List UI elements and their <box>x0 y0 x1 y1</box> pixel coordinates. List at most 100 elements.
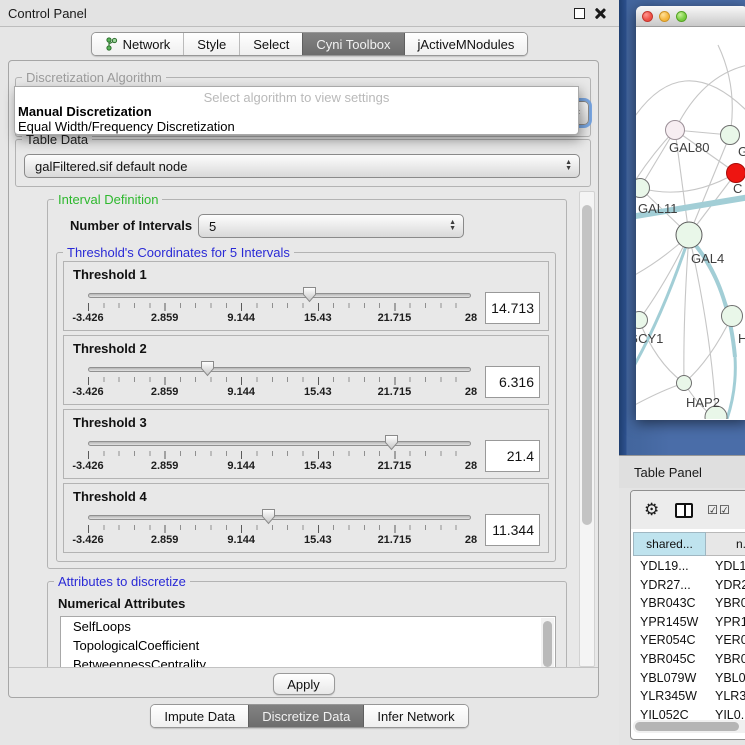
table-row[interactable]: YBR043CYBR0... <box>633 594 745 613</box>
table-row[interactable]: YBL079WYBL0... <box>633 669 745 688</box>
gear-icon[interactable]: ⚙ <box>644 500 659 520</box>
list-item-topologicalcoefficient[interactable]: TopologicalCoefficient <box>61 636 555 655</box>
node[interactable] <box>722 306 743 327</box>
threshold-4-value-field[interactable]: 11.344 <box>485 514 540 546</box>
node[interactable] <box>721 126 740 145</box>
slider-track[interactable] <box>88 441 471 446</box>
node-gal4[interactable] <box>676 222 702 248</box>
table-row[interactable]: YDL19...YDL1... <box>633 557 745 576</box>
attributes-group-title: Attributes to discretize <box>54 574 190 589</box>
node-gal80[interactable] <box>666 121 685 140</box>
table-data-combobox[interactable]: galFiltered.sif default node ▲▼ <box>24 154 580 178</box>
algorithm-placeholder-option[interactable]: Select algorithm to view settings <box>15 87 578 105</box>
cell[interactable]: YER054C <box>633 631 706 650</box>
threshold-2-slider-thumb[interactable] <box>200 360 215 377</box>
network-graph[interactable]: GAL80 GA C GAL11 GAL4 GCY1 H HAP2 <box>636 27 745 419</box>
threshold-3-slider[interactable]: -3.426 2.859 9.144 15.43 21.715 28 <box>88 434 471 478</box>
split-view-icon[interactable] <box>675 503 693 518</box>
tab-discretize-data-label: Discretize Data <box>262 709 350 724</box>
threshold-2-value-field[interactable]: 6.316 <box>485 366 540 398</box>
table-row[interactable]: YLR345WYLR3... <box>633 687 745 706</box>
threshold-2-label: Threshold 2 <box>73 341 147 356</box>
cell[interactable]: YBR0... <box>706 650 745 669</box>
table-row[interactable]: YDR27...YDR2... <box>633 576 745 595</box>
cell[interactable]: YBR045C <box>633 650 706 669</box>
slider-major-ticks <box>88 303 471 311</box>
algorithm-option-manual[interactable]: Manual Discretization <box>15 105 578 120</box>
node-selected-red[interactable] <box>727 164 745 183</box>
tab-jactivemnodules[interactable]: jActiveMNodules <box>404 33 528 55</box>
node-label-gcy1: GCY1 <box>636 331 663 346</box>
tick-label: 28 <box>465 534 477 546</box>
zoom-window-icon[interactable] <box>676 11 687 22</box>
apply-button[interactable]: Apply <box>273 673 335 695</box>
column-header-shared-name[interactable]: shared... <box>633 532 706 556</box>
node-label-gal4: GAL4 <box>691 251 724 266</box>
top-tab-bar: Network Style Select Cyni Toolbox jActiv… <box>0 32 619 56</box>
cell[interactable]: YDR27... <box>633 576 706 595</box>
tab-style[interactable]: Style <box>183 33 239 55</box>
tick-label: 9.144 <box>227 534 255 546</box>
close-panel-icon[interactable] <box>593 7 606 20</box>
cell[interactable]: YLR345W <box>633 687 706 706</box>
cell[interactable]: YBR0... <box>706 594 745 613</box>
float-panel-icon[interactable] <box>574 8 585 19</box>
cell[interactable]: YDR2... <box>706 576 745 595</box>
table-row[interactable]: YBR045CYBR0... <box>633 650 745 669</box>
attributes-list-scrollbar-thumb[interactable] <box>543 621 552 667</box>
list-item-selfloops[interactable]: SelfLoops <box>61 617 555 636</box>
cell[interactable]: YDL19... <box>633 557 706 576</box>
attributes-list-scrollbar[interactable] <box>541 618 554 667</box>
settings-vertical-scrollbar-thumb[interactable] <box>582 205 592 525</box>
cell[interactable]: YLR3... <box>706 687 745 706</box>
table-horizontal-scrollbar-thumb[interactable] <box>635 722 739 731</box>
node-label-clipped: H <box>738 331 745 346</box>
cell[interactable]: YIL052C <box>633 706 706 719</box>
tab-select[interactable]: Select <box>239 33 302 55</box>
table-row[interactable]: YER054CYER0... <box>633 631 745 650</box>
threshold-3-slider-thumb[interactable] <box>384 434 399 451</box>
slider-track[interactable] <box>88 515 471 520</box>
algorithm-option-equal-width[interactable]: Equal Width/Frequency Discretization <box>15 120 578 135</box>
table-row[interactable]: YIL052CYIL0... <box>633 706 745 719</box>
table-horizontal-scrollbar[interactable] <box>633 720 745 733</box>
tab-discretize-data[interactable]: Discretize Data <box>248 705 363 727</box>
list-item-betweennesscentrality[interactable]: BetweennessCentrality <box>61 655 555 667</box>
threshold-4-slider-thumb[interactable] <box>261 508 276 525</box>
threshold-1-slider-thumb[interactable] <box>302 286 317 303</box>
checkbox-icons[interactable]: ☑☑ <box>707 503 731 517</box>
tab-infer-network[interactable]: Infer Network <box>363 705 467 727</box>
column-header-name[interactable]: n... <box>706 532 745 556</box>
table-row[interactable]: YPR145WYPR1... <box>633 613 745 632</box>
close-window-icon[interactable] <box>642 11 653 22</box>
cell[interactable]: YIL0... <box>706 706 745 719</box>
cell[interactable]: YBL079W <box>633 669 706 688</box>
cell[interactable]: YBL0... <box>706 669 745 688</box>
cell[interactable]: YBR043C <box>633 594 706 613</box>
cell[interactable]: YPR1... <box>706 613 745 632</box>
threshold-1-value-field[interactable]: 14.713 <box>485 292 540 324</box>
threshold-3-label: Threshold 3 <box>73 415 147 430</box>
threshold-1-slider[interactable]: -3.426 2.859 9.144 15.43 21.715 28 <box>88 286 471 330</box>
settings-vertical-scrollbar[interactable] <box>579 191 595 667</box>
threshold-2-slider[interactable]: -3.426 2.859 9.144 15.43 21.715 28 <box>88 360 471 404</box>
tick-label: 21.715 <box>378 386 412 398</box>
tab-jactivemnodules-label: jActiveMNodules <box>418 37 515 52</box>
minimize-window-icon[interactable] <box>659 11 670 22</box>
slider-track[interactable] <box>88 367 471 372</box>
tab-cyni-toolbox[interactable]: Cyni Toolbox <box>302 33 403 55</box>
threshold-3-value-field[interactable]: 21.4 <box>485 440 540 472</box>
network-view-window[interactable]: GAL80 GA C GAL11 GAL4 GCY1 H HAP2 <box>636 6 745 420</box>
threshold-4-slider[interactable]: -3.426 2.859 9.144 15.43 21.715 28 <box>88 508 471 552</box>
tab-impute-data[interactable]: Impute Data <box>151 705 248 727</box>
cell[interactable]: YPR145W <box>633 613 706 632</box>
node-hap2[interactable] <box>677 376 692 391</box>
tick-label: 2.859 <box>151 312 179 324</box>
cell[interactable]: YDL1... <box>706 557 745 576</box>
slider-track[interactable] <box>88 293 471 298</box>
node-gcy1[interactable] <box>636 312 648 329</box>
cell[interactable]: YER0... <box>706 631 745 650</box>
network-canvas[interactable]: GAL80 GA C GAL11 GAL4 GCY1 H HAP2 <box>636 27 745 419</box>
tab-network[interactable]: Network <box>92 33 184 55</box>
number-of-intervals-combobox[interactable]: 5 ▲▼ <box>198 214 464 238</box>
